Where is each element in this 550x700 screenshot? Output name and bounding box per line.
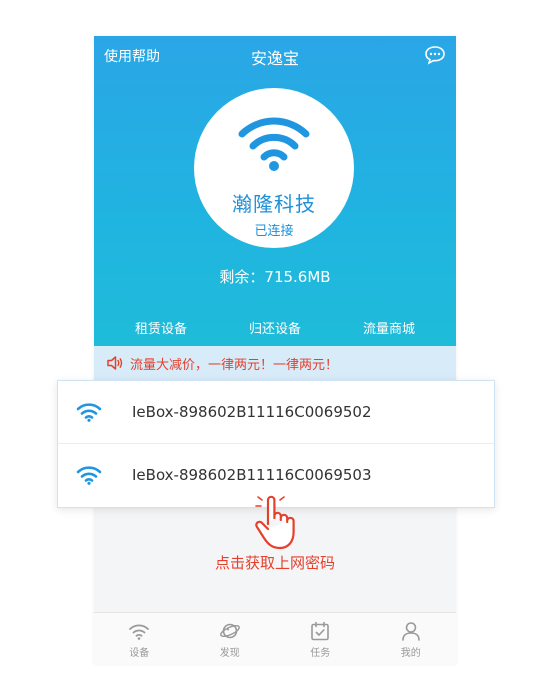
wifi-icon (238, 117, 310, 171)
chat-bubble-icon[interactable] (424, 45, 446, 65)
wifi-icon (129, 624, 150, 640)
tab-label: 任务 (310, 647, 331, 659)
tab-label: 发现 (219, 647, 240, 659)
tab-devices[interactable]: 设备 (94, 613, 185, 665)
calendar-check-icon (311, 621, 330, 640)
connection-status: 已连接 (254, 224, 294, 239)
action-bar: 租赁设备 归还设备 流量商城 (94, 318, 456, 337)
wifi-icon (76, 466, 102, 485)
connection-circle[interactable]: 瀚隆科技 已连接 (194, 88, 354, 248)
tab-profile[interactable]: 我的 (366, 613, 457, 665)
network-item[interactable]: IeBox-898602B11116C0069502 (58, 381, 494, 444)
bottom-tab-bar: 设备 发现 任务 我的 (94, 612, 456, 665)
planet-icon (219, 623, 240, 638)
connected-ssid: 瀚隆科技 (232, 192, 316, 216)
speaker-icon (107, 356, 123, 370)
tab-discover[interactable]: 发现 (185, 613, 276, 665)
announcement-text: 流量大减价，一律两元！一律两元！ (130, 357, 339, 373)
remaining-value: 715.6MB (264, 268, 331, 286)
network-name: IeBox-898602B11116C0069502 (132, 403, 372, 421)
wifi-icon (76, 403, 102, 422)
return-device-button[interactable]: 归还设备 (249, 318, 301, 337)
tab-label: 设备 (129, 647, 150, 659)
hint-text: 点击获取上网密码 (214, 554, 335, 572)
app-title: 安逸宝 (250, 49, 299, 68)
remaining-data: 剩余：715.6MB (94, 266, 456, 287)
tab-tasks[interactable]: 任务 (275, 613, 366, 665)
user-icon (401, 621, 420, 641)
tab-label: 我的 (400, 647, 421, 659)
announcement-bar[interactable]: 流量大减价，一律两元！一律两元！ (94, 346, 456, 380)
header-panel: 使用帮助 安逸宝 瀚隆科技 已连接 剩余：715.6MB 租赁设备 归还设备 流… (94, 36, 456, 346)
rent-device-button[interactable]: 租赁设备 (135, 318, 187, 337)
pointing-hand-icon (255, 495, 295, 550)
data-store-button[interactable]: 流量商城 (363, 318, 415, 337)
network-name: IeBox-898602B11116C0069503 (132, 466, 372, 484)
remaining-label: 剩余： (219, 268, 265, 286)
network-list: IeBox-898602B11116C0069502 IeBox-898602B… (57, 380, 495, 508)
